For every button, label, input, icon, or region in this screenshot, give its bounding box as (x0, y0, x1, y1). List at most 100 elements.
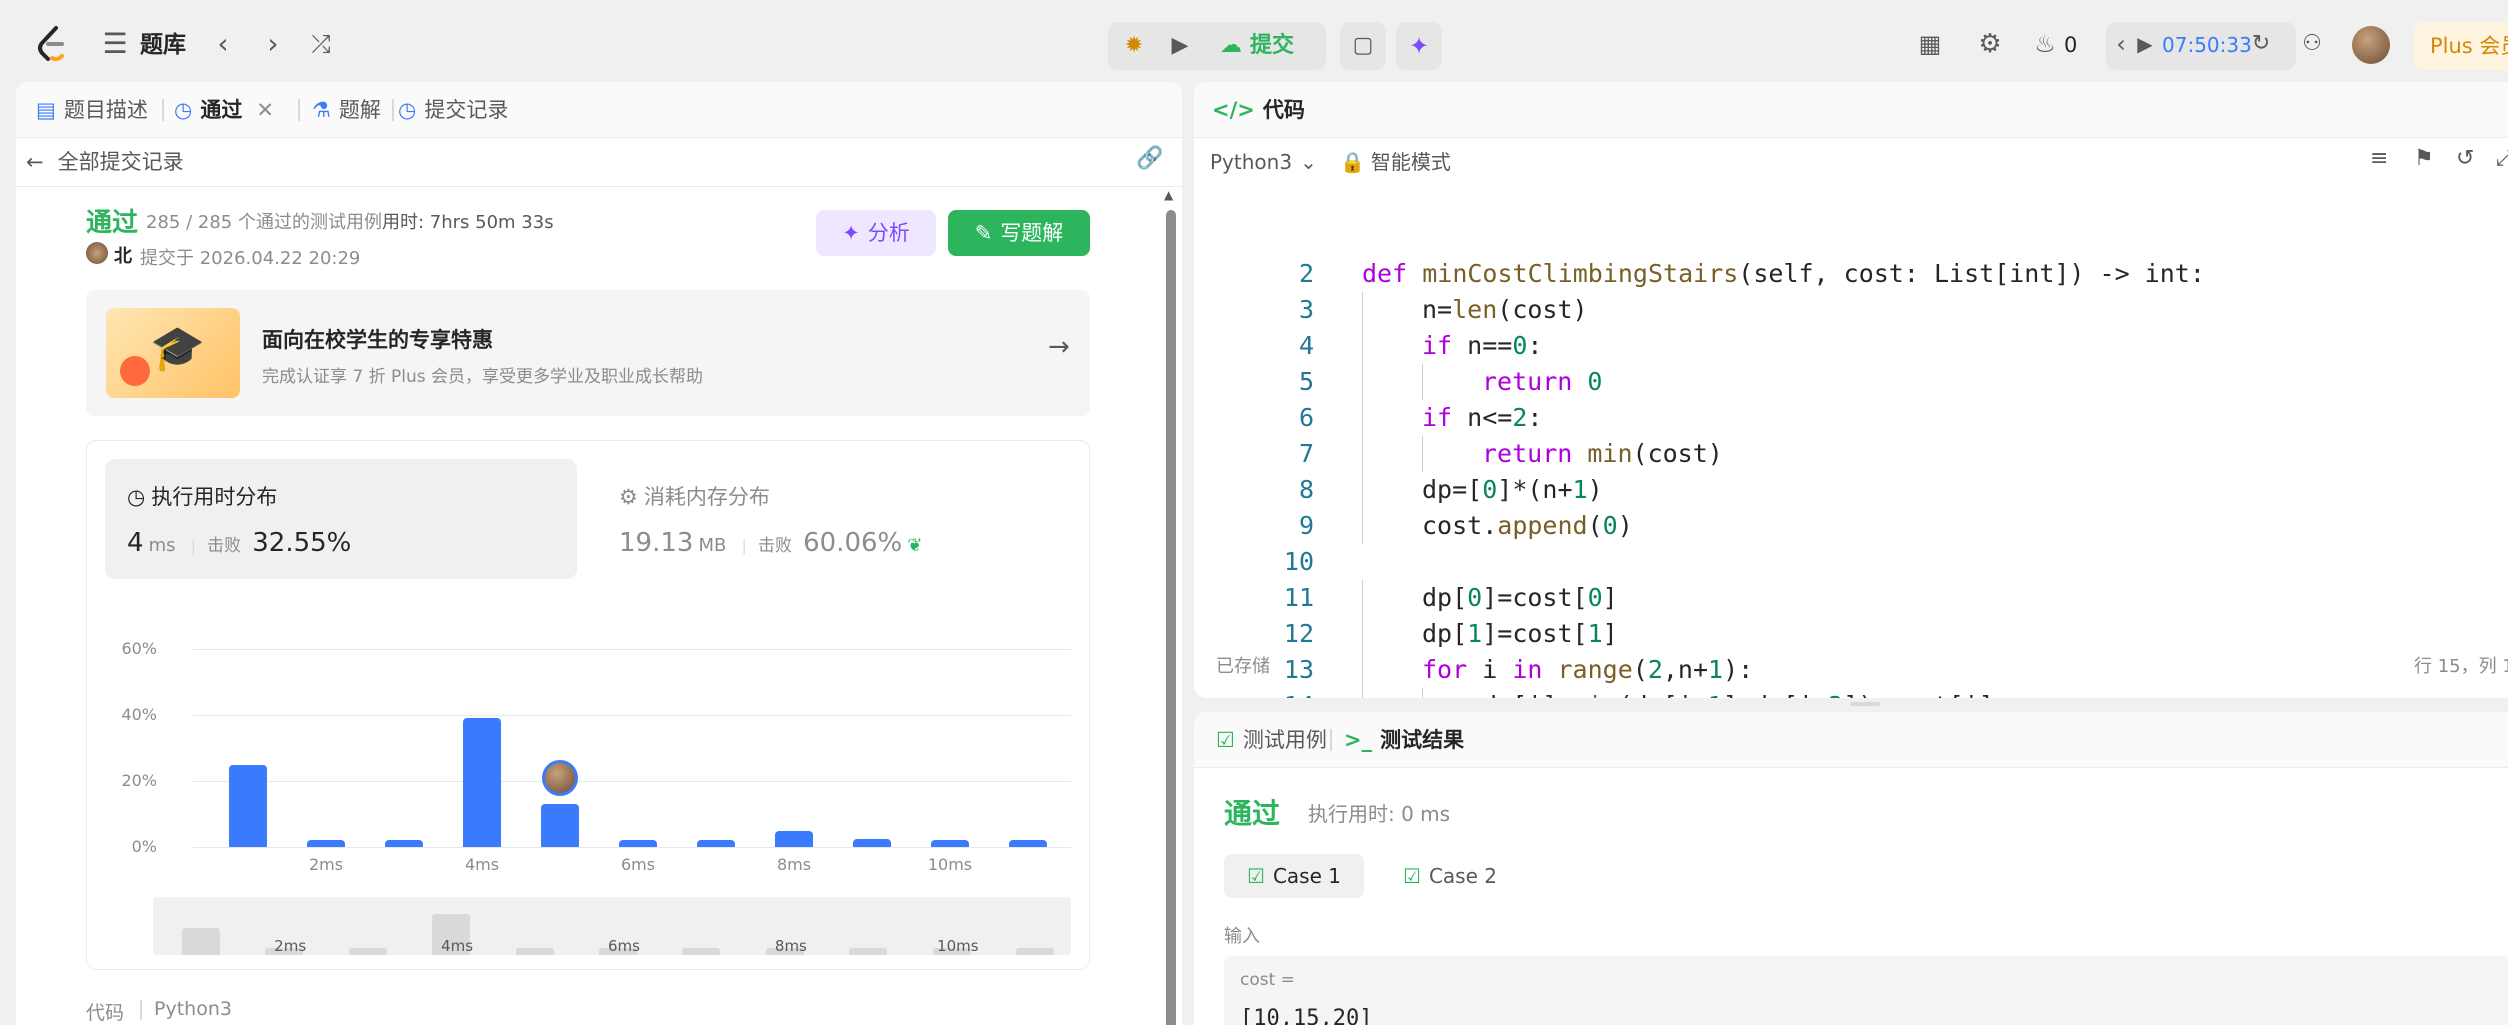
minimap-bar (849, 948, 888, 955)
code-line[interactable]: 11 dp[0]=cost[0] (1194, 580, 2454, 616)
timer-play-icon[interactable]: ▶ (2132, 24, 2158, 64)
debug-icon[interactable]: ✹ (1116, 26, 1152, 66)
runtime-bar[interactable] (385, 840, 423, 847)
analyze-button[interactable]: ✦ 分析 (816, 210, 936, 256)
line-number: 6 (1298, 403, 1314, 432)
runtime-bar[interactable] (775, 830, 813, 847)
line-number: 8 (1298, 475, 1314, 504)
indent-guide (1362, 616, 1363, 652)
note-icon: ▢ (1352, 33, 1374, 58)
mode-toggle[interactable]: 🔒 智能模式 (1340, 144, 1451, 180)
code-text: dp[i]=min(dp[i-1],dp[i-2])+cost[i] (1482, 688, 1994, 698)
bookmark-icon[interactable]: ⚑ (2414, 146, 2434, 171)
avatar[interactable] (2352, 26, 2390, 64)
reset-code-icon[interactable]: ↺ (2456, 146, 2474, 171)
stats-card: ◷ 执行用时分布 4 ms | 击败 32.55% ⚙ 消耗内存分布 19.13 M… (86, 440, 1090, 970)
timer-reset-icon[interactable]: ↻ (2246, 24, 2276, 64)
memory-card[interactable]: ⚙ 消耗内存分布 19.13 MB | 击败 60.06% ❦ (597, 459, 1069, 579)
code-line[interactable]: 6 if n<=2: (1194, 400, 2454, 436)
tab-description[interactable]: ▤ 题目描述 (36, 82, 148, 138)
runtime-bar[interactable] (229, 764, 267, 847)
runtime-distribution-chart[interactable]: 60% 40% 20% 0% 2ms 4ms 6ms 8ms 10ms 2ms 4ms 6ms 8ms 1… (87, 591, 1091, 971)
code-line[interactable]: 13 for i in range(2,n+1): (1194, 652, 2454, 688)
scrollbar-thumb[interactable] (1166, 210, 1176, 1025)
timer-display[interactable]: 07:50:33 (2162, 30, 2252, 60)
code-line[interactable]: 4 if n==0: (1194, 328, 2454, 364)
runtime-bar[interactable] (931, 840, 969, 847)
code-editor[interactable]: 2 def minCostClimbingStairs(self, cost: L… (1194, 258, 2454, 698)
code-panel: </> 代码 Python3 ⌄ 🔒 智能模式 ≡ ⚑ ↺ ⤢ 2 def minCos… (1194, 82, 2508, 698)
tab-submissions[interactable]: ◷ 提交记录 (398, 82, 508, 138)
code-text: n=len(cost) (1422, 295, 1588, 324)
runtime-bar[interactable] (463, 718, 501, 847)
line-number: 3 (1298, 295, 1314, 324)
close-tab-icon[interactable]: ✕ (256, 98, 274, 122)
passed-cases: 285 / 285 个通过的测试用例 (146, 212, 382, 233)
timer-prev-icon[interactable]: ‹ (2108, 24, 2134, 64)
runtime-card[interactable]: ◷ 执行用时分布 4 ms | 击败 32.55% (105, 459, 577, 579)
code-line[interactable]: 5 return 0 (1194, 364, 2454, 400)
result-status: 通过 (1224, 797, 1281, 830)
tab-test-result[interactable]: >_ 测试结果 (1344, 712, 1464, 768)
case-2-tab[interactable]: ☑ Case 2 (1380, 854, 1520, 898)
code-line[interactable]: 2 def minCostClimbingStairs(self, cost: L… (1194, 258, 2454, 292)
my-position-avatar (542, 760, 578, 797)
submit-button[interactable]: ☁ 提交 (1220, 26, 1294, 66)
leetcode-logo-icon[interactable] (32, 24, 72, 64)
runtime-bar[interactable] (307, 840, 345, 847)
edit-icon: ✎ (974, 221, 993, 245)
prev-problem-icon[interactable]: ‹ (206, 24, 240, 64)
code-text: for i in range(2,n+1): (1422, 655, 1754, 684)
settings-gear-icon[interactable]: ⚙ (1972, 24, 2008, 64)
runtime-title: ◷ 执行用时分布 (127, 485, 278, 509)
x-tick-label: 6ms (620, 855, 656, 874)
format-icon[interactable]: ≡ (2370, 146, 2388, 171)
language-select[interactable]: Python3 ⌄ (1210, 144, 1317, 180)
tab-solutions[interactable]: ⚗ 题解 (312, 82, 381, 138)
next-problem-icon[interactable]: › (256, 24, 290, 64)
indent-guide (1362, 652, 1363, 688)
code-line[interactable]: 8 dp=[0]*(n+1) (1194, 472, 2454, 508)
runtime-bar[interactable] (1009, 840, 1047, 847)
code-line[interactable]: 7 return min(cost) (1194, 436, 2454, 472)
back-to-submissions[interactable]: ← 全部提交记录 (26, 144, 184, 180)
layout-icon[interactable]: ▦ (1912, 24, 1948, 64)
code-text: dp[1]=cost[1] (1422, 619, 1618, 648)
indent-guide (1362, 436, 1363, 472)
plus-member-button[interactable]: Plus 会员 (2414, 22, 2508, 70)
cursor-position: 行 15，列 1 (2414, 656, 2508, 677)
runtime-bar[interactable] (853, 838, 891, 847)
shuffle-icon[interactable]: ⤮ (304, 24, 338, 64)
tab-accepted[interactable]: ◷ 通过 ✕ (174, 82, 274, 138)
flame-icon[interactable]: ♨ (2030, 24, 2060, 64)
panel-resize-handle[interactable] (1850, 702, 1880, 706)
code-line[interactable]: 9 cost.append(0) (1194, 508, 2454, 544)
run-icon[interactable]: ▶ (1162, 26, 1198, 66)
runtime-bar[interactable] (697, 840, 735, 847)
code-line[interactable]: 10 (1194, 544, 2454, 580)
username[interactable]: 北 (114, 242, 132, 268)
code-text: cost.append(0) (1422, 511, 1633, 540)
tab-testcases[interactable]: ☑ 测试用例 (1216, 712, 1327, 768)
runtime-bar[interactable] (541, 804, 579, 847)
code-line[interactable]: 14 dp[i]=min(dp[i-1],dp[i-2])+cost[i] (1194, 688, 2454, 698)
arrow-left-icon: ← (26, 150, 44, 174)
runtime-bar[interactable] (619, 840, 657, 847)
list-icon[interactable]: ☰ (98, 24, 132, 64)
document-icon: ▤ (36, 98, 56, 122)
tab-code[interactable]: </> 代码 (1212, 82, 1305, 138)
x-tick-label: 2ms (308, 855, 344, 874)
student-promo-banner[interactable]: 🎓 面向在校学生的专享特惠 完成认证享 7 折 Plus 会员，享受更多学业及职… (86, 290, 1090, 416)
scroll-up-icon[interactable]: ▲ (1164, 188, 1173, 202)
code-line[interactable]: 12 dp[1]=cost[1] (1194, 616, 2454, 652)
add-user-icon[interactable]: ⚇ (2294, 24, 2330, 64)
write-solution-button[interactable]: ✎ 写题解 (948, 210, 1090, 256)
code-line[interactable]: 3 n=len(cost) (1194, 292, 2454, 328)
indent-guide (1362, 364, 1363, 400)
case-1-tab[interactable]: ☑ Case 1 (1224, 854, 1364, 898)
link-icon[interactable]: 🔗 (1136, 146, 1163, 171)
problem-bank-link[interactable]: 题库 (140, 28, 186, 62)
chart-range-minimap[interactable]: 2ms 4ms 6ms 8ms 10ms (153, 897, 1071, 955)
expand-icon[interactable]: ⤢ (2496, 146, 2508, 171)
y-tick-label: 60% (121, 639, 157, 658)
